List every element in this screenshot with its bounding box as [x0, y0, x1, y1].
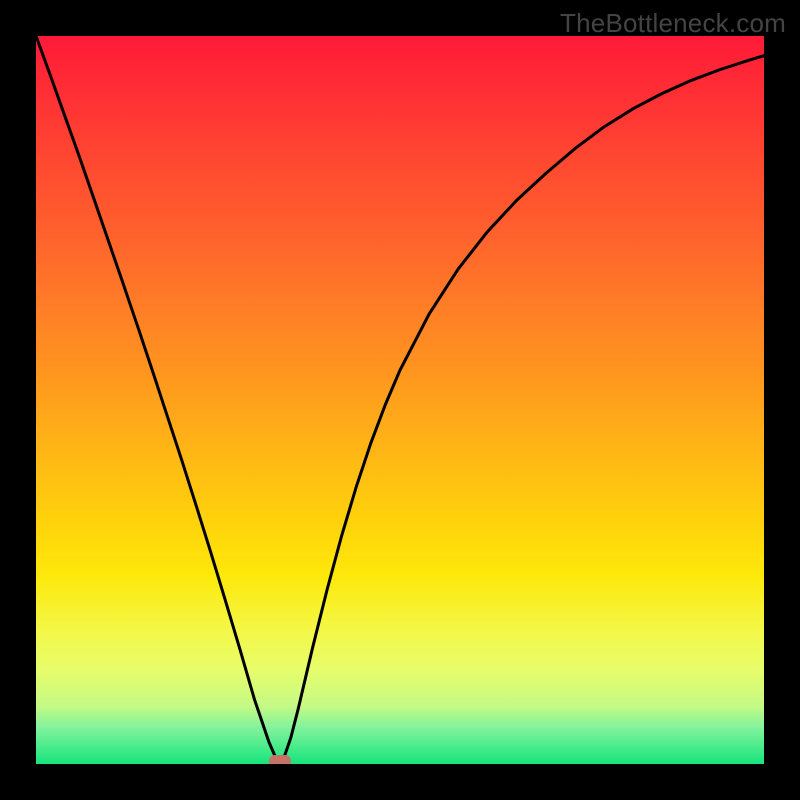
plot-area — [36, 36, 764, 764]
watermark-text: TheBottleneck.com — [560, 8, 786, 39]
optimal-point-marker — [269, 755, 291, 764]
bottleneck-curve — [36, 36, 764, 764]
chart-frame: TheBottleneck.com — [0, 0, 800, 800]
